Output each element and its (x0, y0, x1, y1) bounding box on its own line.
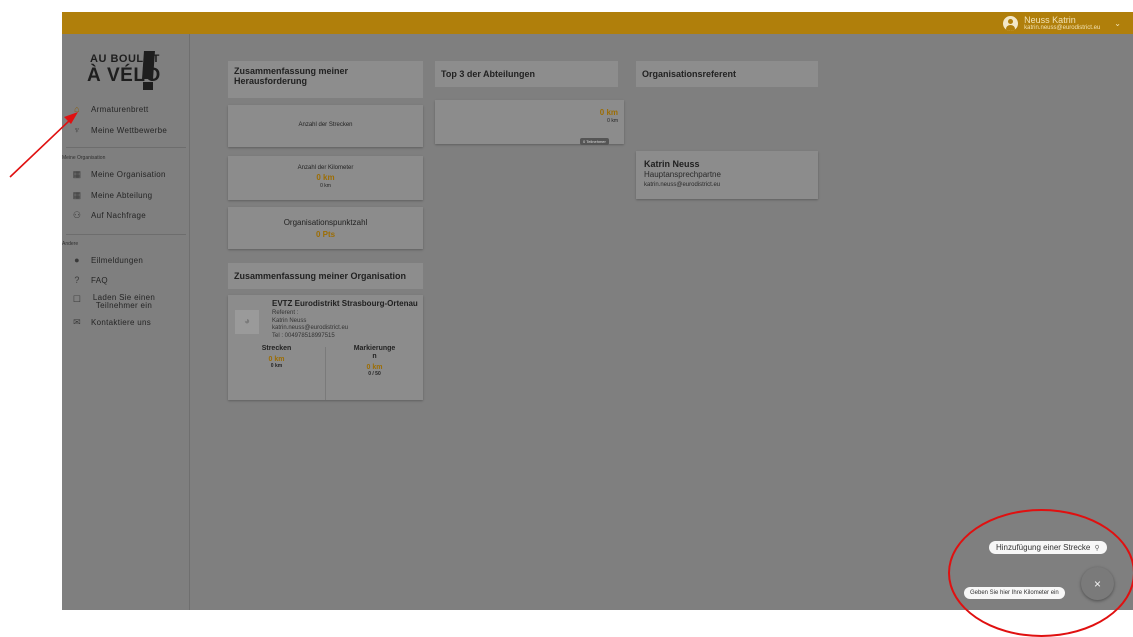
routes-card: Anzahl der Strecken (228, 105, 423, 147)
org-referent-name: Katrin Neuss (272, 317, 307, 324)
annotation-arrow (9, 112, 78, 178)
markings-column-value: 0 km (366, 364, 383, 371)
org-logo-icon: ◕ (235, 310, 259, 334)
routes-label: Anzahl der Strecken (298, 122, 353, 128)
org-summary-header: Zusammenfassung meiner Organisation (228, 263, 423, 289)
top3-header: Top 3 der Abteilungen (435, 61, 618, 87)
sidebar-item-label: Meine Abteilung (91, 190, 153, 200)
sidebar-item-my-department[interactable]: ▦ Meine Abteilung (71, 188, 153, 202)
logo-exclamation-dot (143, 82, 153, 90)
referent-role: Hauptansprechpartne (644, 170, 721, 179)
top-bar: Neuss Katrin katrin.neuss@eurodistrict.e… (62, 12, 1133, 34)
routes-column-value: 0 km (268, 356, 285, 363)
sidebar-item-label: Laden Sie einen Teilnehmer ein (92, 293, 156, 310)
sidebar-section-other: Andere (62, 241, 79, 247)
sidebar-item-contact[interactable]: ✉ Kontaktiere uns (71, 315, 151, 329)
routes-column-title: Strecken (261, 345, 292, 352)
info-icon: ● (74, 255, 80, 265)
org-referent-email: katrin.neuss@eurodistrict.eu (272, 325, 349, 331)
sidebar-item-label: Eilmeldungen (91, 255, 144, 265)
user-email: katrin.neuss@eurodistrict.eu (1024, 24, 1101, 31)
markings-column: Markierunge n 0 km 0 / 50 (326, 345, 423, 377)
user-avatar-icon (1003, 15, 1019, 31)
mail-icon: ✉ (73, 316, 81, 327)
sidebar-item-label: Auf Nachfrage (91, 210, 147, 220)
referent-name: Katrin Neuss (644, 159, 700, 169)
org-phone: Tel : 004978518997515 (272, 332, 335, 339)
referent-header: Organisationsreferent (636, 61, 818, 87)
edit-icon: ☐ (72, 294, 82, 304)
markings-column-title: Markierunge n (353, 345, 396, 360)
markings-column-sub: 0 / 50 (368, 371, 381, 377)
kilometers-sub: 0 km (320, 183, 331, 189)
challenge-summary-header: Zusammenfassung meiner Herausforderung (228, 61, 423, 98)
logo-exclamation-icon (142, 51, 155, 79)
user-name: Neuss Katrin (1024, 14, 1076, 25)
kilometers-value: 0 km (316, 173, 335, 182)
org-name: EVTZ Eurodistrikt Strasbourg-Ortenau (272, 299, 418, 308)
top3-card: 0 km 0 km 0 Teilnehmer (435, 100, 624, 145)
building-icon: ▦ (72, 189, 82, 200)
top3-km-value: 0 km (599, 108, 618, 117)
sidebar-item-invite[interactable]: ☐ Laden Sie einen Teilnehmer ein (71, 294, 157, 312)
sidebar-item-on-request[interactable]: ⚇ Auf Nachfrage (71, 208, 146, 222)
org-summary-card: ◕ EVTZ Eurodistrikt Strasbourg-Ortenau R… (228, 295, 423, 400)
sidebar-divider (66, 234, 186, 235)
sidebar-item-faq[interactable]: ? FAQ (71, 273, 108, 287)
routes-column-sub: 0 km (270, 363, 283, 369)
points-label: Organisationspunktzahl (283, 218, 368, 227)
user-menu[interactable]: Neuss Katrin katrin.neuss@eurodistrict.e… (1003, 13, 1121, 33)
sidebar-item-news[interactable]: ● Eilmeldungen (71, 253, 143, 267)
points-value: 0 Pts (315, 230, 336, 239)
participants-badge: 0 Teilnehmer (580, 138, 609, 145)
points-card: Organisationspunktzahl 0 Pts (228, 207, 423, 249)
org-referent-label: Referent : (272, 310, 299, 316)
referent-card: Katrin Neuss Hauptansprechpartne katrin.… (636, 151, 818, 199)
chevron-down-icon[interactable]: ⌄ (1114, 19, 1121, 28)
sidebar-item-label: FAQ (91, 275, 108, 285)
org-referent-block: Referent : Katrin Neuss katrin.neuss@eur… (272, 310, 348, 340)
kilometers-card: Anzahl der Kilometer 0 km 0 km (228, 156, 423, 200)
top3-km-sub: 0 km (607, 118, 618, 124)
user-info: Neuss Katrin katrin.neuss@eurodistrict.e… (1024, 15, 1100, 32)
help-icon: ? (74, 275, 80, 285)
group-icon: ⚇ (72, 209, 82, 220)
routes-column: Strecken 0 km 0 km (228, 345, 325, 369)
annotation-circle (948, 509, 1133, 637)
referent-email: katrin.neuss@eurodistrict.eu (644, 182, 721, 188)
sidebar-item-label: Kontaktiere uns (91, 317, 152, 327)
kilometers-label: Anzahl der Kilometer (297, 165, 354, 171)
